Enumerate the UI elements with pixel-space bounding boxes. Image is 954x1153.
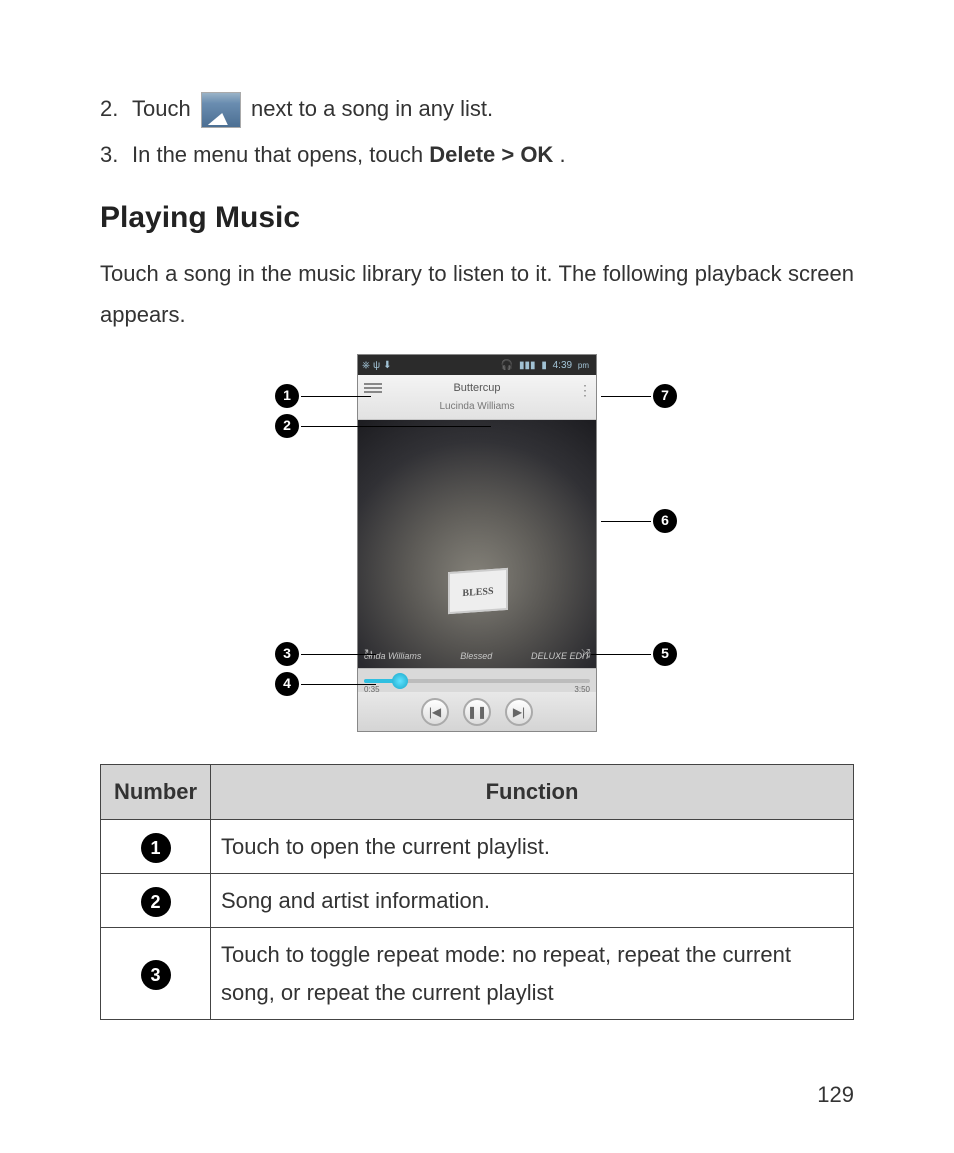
- callout-3: 3: [275, 642, 378, 666]
- status-time: 4:39: [553, 360, 572, 371]
- col-function: Function: [211, 765, 854, 819]
- signal-icon: ▮▮▮: [519, 360, 536, 371]
- playback-controls: |◀ ❚❚ ▶|: [358, 692, 596, 732]
- prev-button[interactable]: |◀: [421, 698, 449, 726]
- section-intro: Touch a song in the music library to lis…: [100, 253, 854, 337]
- row-function: Touch to toggle repeat mode: no repeat, …: [211, 928, 854, 1020]
- pause-button[interactable]: ❚❚: [463, 698, 491, 726]
- step-2: 2. Touch next to a song in any list.: [100, 90, 854, 128]
- step-number: 2.: [100, 90, 132, 128]
- section-heading: Playing Music: [100, 192, 854, 243]
- options-icon[interactable]: ⋮: [578, 379, 590, 403]
- title-bar: Buttercup Lucinda Williams ⋮: [358, 375, 596, 420]
- table-row: 1 Touch to open the current playlist.: [101, 819, 854, 873]
- context-menu-icon: [201, 92, 241, 128]
- function-table: Number Function 1 Touch to open the curr…: [100, 764, 854, 1020]
- headphone-icon: 🎧: [501, 360, 513, 371]
- row-function: Touch to open the current playlist.: [211, 819, 854, 873]
- row-badge: 2: [141, 887, 171, 917]
- status-pm: pm: [578, 361, 589, 370]
- progress-bar[interactable]: 0:35 3:50: [358, 668, 596, 692]
- step-text: Touch next to a song in any list.: [132, 90, 854, 128]
- row-badge: 1: [141, 833, 171, 863]
- artist-name: Lucinda Williams: [388, 398, 566, 415]
- callout-2: 2: [275, 414, 493, 438]
- col-number: Number: [101, 765, 211, 819]
- row-badge: 3: [141, 960, 171, 990]
- song-title: Buttercup: [388, 379, 566, 398]
- playback-figure: ⎈ψ⬇ 🎧 ▮▮▮ ▮ 4:39 pm Buttercup Lucinda Wi…: [297, 354, 657, 744]
- row-function: Song and artist information.: [211, 873, 854, 927]
- status-bar: ⎈ψ⬇ 🎧 ▮▮▮ ▮ 4:39 pm: [358, 355, 596, 375]
- callout-5: 5: [589, 642, 677, 666]
- callout-4: 4: [275, 672, 378, 696]
- album-sign: BLESS: [448, 568, 508, 614]
- page-number: 129: [817, 1076, 854, 1113]
- album-art[interactable]: BLESS ↻ ⤮ cinda Williams Blessed DELUXE …: [358, 420, 596, 668]
- step-3: 3. In the menu that opens, touch Delete …: [100, 136, 854, 173]
- next-button[interactable]: ▶|: [505, 698, 533, 726]
- total-time: 3:50: [574, 683, 590, 697]
- table-row: 2 Song and artist information.: [101, 873, 854, 927]
- step-list: 2. Touch next to a song in any list. 3. …: [100, 90, 854, 174]
- phone-mockup: ⎈ψ⬇ 🎧 ▮▮▮ ▮ 4:39 pm Buttercup Lucinda Wi…: [357, 354, 597, 732]
- callout-1: 1: [275, 384, 373, 408]
- table-row: 3 Touch to toggle repeat mode: no repeat…: [101, 928, 854, 1020]
- step-text: In the menu that opens, touch Delete > O…: [132, 136, 854, 173]
- battery-icon: ▮: [541, 360, 547, 371]
- step-number: 3.: [100, 136, 132, 173]
- callout-7: 7: [599, 384, 677, 408]
- callout-6: 6: [599, 509, 677, 533]
